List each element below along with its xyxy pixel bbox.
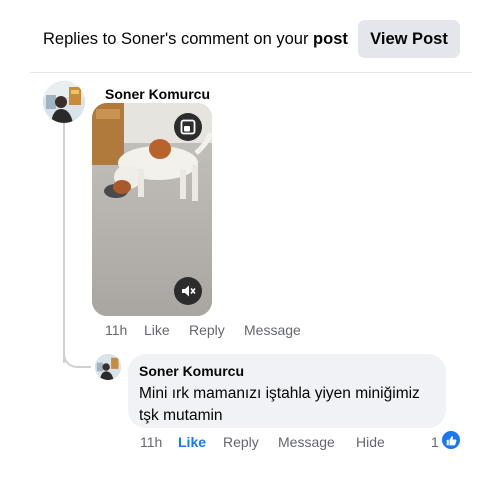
reply-text: Mini ırk mamanızı iştahla yiyen miniğimi… [139, 385, 420, 424]
view-post-button[interactable]: View Post [358, 20, 460, 58]
reply-message-button[interactable]: Message [278, 434, 335, 450]
comment-reply-button[interactable]: Reply [189, 322, 225, 338]
reply-hide-button[interactable]: Hide [356, 434, 385, 450]
header-title: Replies to Soner's comment on your post [43, 30, 348, 49]
avatar[interactable] [43, 81, 85, 123]
reply-author[interactable]: Soner Komurcu [139, 363, 244, 379]
comment-video[interactable] [92, 103, 212, 316]
reply-bubble: Soner Komurcu Mini ırk mamanızı iştahla … [128, 354, 446, 428]
thread-connector [63, 349, 91, 368]
comment-author[interactable]: Soner Komurcu [105, 86, 210, 102]
picture-in-picture-icon[interactable] [174, 113, 202, 141]
replies-header: Replies to Soner's comment on your post … [0, 0, 500, 72]
reaction-count[interactable]: 1 [431, 434, 439, 450]
comment-message-button[interactable]: Message [244, 322, 301, 338]
comment-timestamp[interactable]: 11h [105, 322, 127, 338]
reply-timestamp[interactable]: 11h [140, 434, 162, 450]
header-title-prefix: Replies to Soner's comment on your [43, 30, 314, 48]
thumbs-up-icon[interactable] [442, 431, 460, 449]
thread-line [63, 123, 65, 363]
reply-like-button[interactable]: Like [178, 434, 206, 450]
reply-avatar[interactable] [95, 354, 121, 380]
comment-like-button[interactable]: Like [144, 322, 170, 338]
header-title-bold: post [313, 30, 348, 48]
reply-reply-button[interactable]: Reply [223, 434, 259, 450]
speaker-muted-icon[interactable] [174, 277, 202, 305]
header-divider [30, 72, 472, 73]
